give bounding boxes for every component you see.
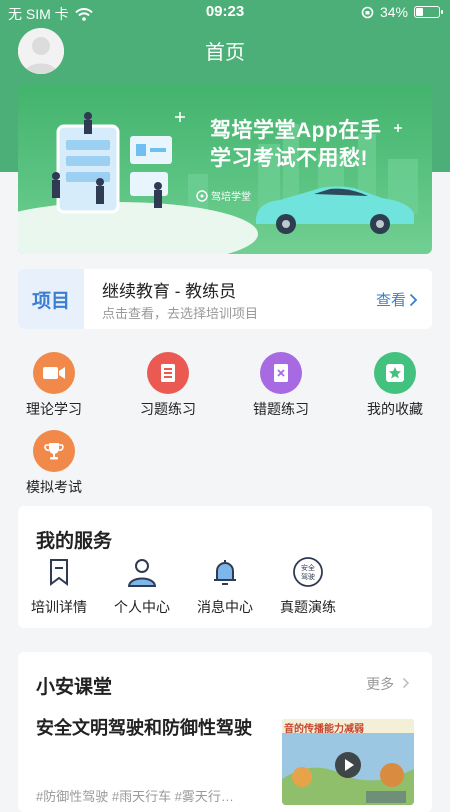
play-icon[interactable] <box>334 751 362 779</box>
badge-text-2: 驾驶 <box>301 572 315 581</box>
service-real-exam-drill[interactable]: 安全 驾驶 真题演练 <box>263 556 353 617</box>
page-title: 首页 <box>205 42 245 64</box>
chevron-right-icon <box>402 677 410 689</box>
feature-exercise-practice[interactable]: 习题练习 <box>118 352 218 419</box>
banner-logo-text: 驾培学堂 <box>211 192 251 203</box>
video-icon <box>33 352 75 394</box>
badge-text-1: 安全 <box>301 563 315 572</box>
user-icon <box>127 559 157 587</box>
view-project-label: 查看 <box>375 292 406 309</box>
service-personal-center[interactable]: 个人中心 <box>97 556 187 617</box>
banner-slogan: 驾培学堂App在手 学习考试不用愁! <box>210 117 381 173</box>
project-tag: 项目 <box>18 269 84 329</box>
feature-mock-exam[interactable]: 模拟考试 <box>4 430 104 497</box>
feature-theory-study[interactable]: 理论学习 <box>4 352 104 419</box>
wrong-doc-icon <box>260 352 302 394</box>
classroom-title: 小安课堂 <box>36 677 113 698</box>
promo-banner[interactable]: 驾培学堂App在手 学习考试不用愁! 驾培学堂 <box>18 84 432 254</box>
services-card: 我的服务 培训详情 个人中心 消息中心 安全 驾驶 真题演练 <box>18 506 432 628</box>
feature-label: 习题练习 <box>140 401 196 417</box>
feature-label: 理论学习 <box>26 401 82 417</box>
service-label: 个人中心 <box>114 599 170 615</box>
bookmark-icon <box>50 559 68 586</box>
lesson-thumbnail[interactable]: 音的传播能力减弱 <box>282 719 414 805</box>
feature-my-favorites[interactable]: 我的收藏 <box>345 352 445 419</box>
banner-slogan-line2: 学习考试不用愁! <box>210 147 368 170</box>
thumbnail-caption: 音的传播能力减弱 <box>284 724 364 735</box>
banner-logo: 驾培学堂 <box>196 188 251 203</box>
star-icon <box>374 352 416 394</box>
banner-slogan-line1: 驾培学堂App在手 <box>210 119 382 142</box>
project-name: 继续教育 - 教练员 <box>102 282 237 301</box>
view-project-link[interactable]: 查看 <box>376 289 418 310</box>
service-message-center[interactable]: 消息中心 <box>180 556 270 617</box>
project-selector[interactable]: 项目 继续教育 - 教练员 点击查看，去选择培训项目 查看 <box>18 269 432 329</box>
feature-wrong-questions[interactable]: 错题练习 <box>231 352 331 419</box>
document-icon <box>147 352 189 394</box>
battery-percent: 34% <box>379 4 408 20</box>
service-label: 消息中心 <box>197 599 253 615</box>
safety-badge-icon: 安全 驾驶 <box>293 557 323 587</box>
bell-icon <box>214 560 236 585</box>
feature-label: 我的收藏 <box>367 401 423 417</box>
feature-label: 模拟考试 <box>26 479 82 495</box>
lesson-title[interactable]: 安全文明驾驶和防御性驾驶 <box>36 716 256 740</box>
project-hint: 点击查看，去选择培训项目 <box>102 306 259 321</box>
battery-icon <box>414 6 443 18</box>
brand-logo-icon <box>196 189 208 202</box>
lesson-tags: #防御性驾驶 #雨天行车 #雾天行… <box>36 789 234 804</box>
status-bar: 无 SIM 卡 09:23 34% <box>0 0 450 24</box>
service-label: 真题演练 <box>280 599 336 615</box>
services-title: 我的服务 <box>36 531 113 552</box>
chevron-right-icon <box>409 293 418 306</box>
service-training-details[interactable]: 培训详情 <box>14 556 104 617</box>
service-label: 培训详情 <box>31 599 87 615</box>
more-label: 更多 <box>366 676 395 692</box>
rotation-lock-icon <box>361 6 374 18</box>
trophy-icon <box>33 430 75 472</box>
feature-label: 错题练习 <box>253 401 309 417</box>
more-link[interactable]: 更多 <box>366 674 410 694</box>
